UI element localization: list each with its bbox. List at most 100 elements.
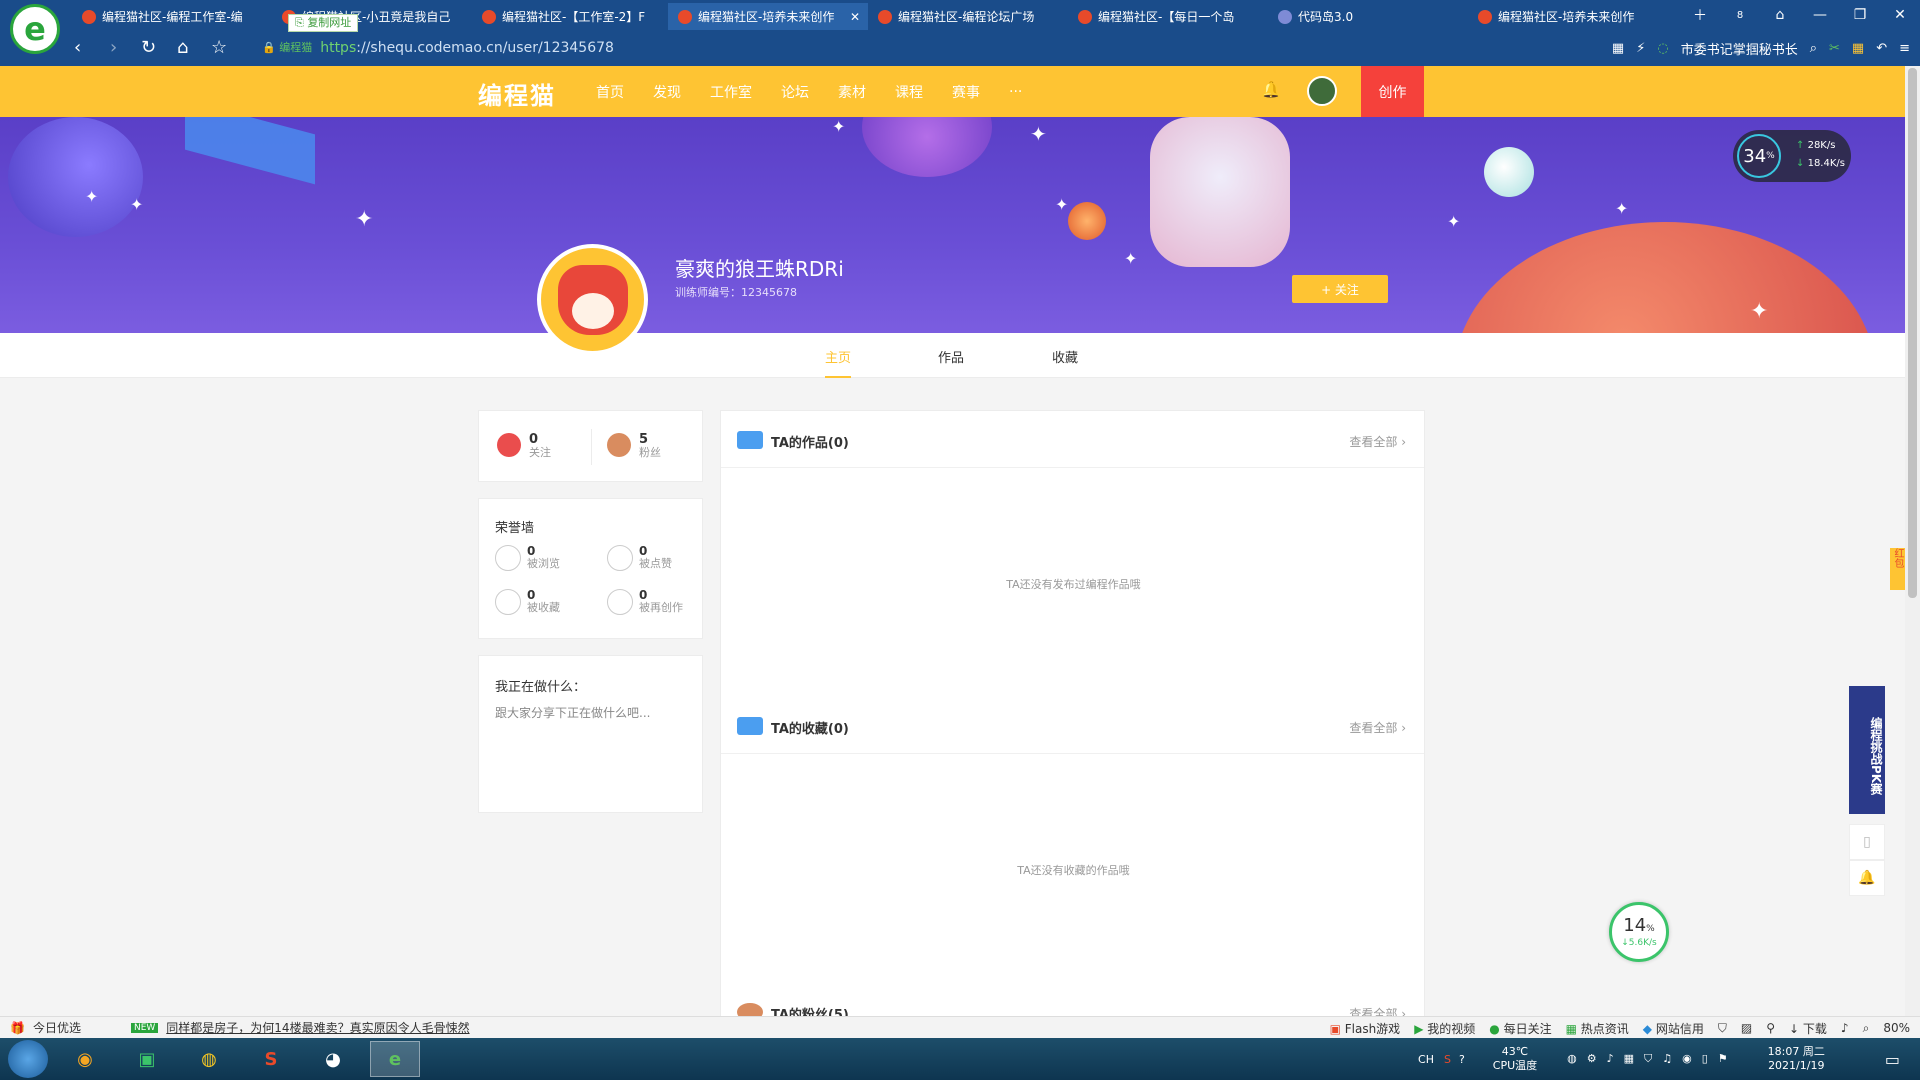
my-videos-link[interactable]: ▶ 我的视频 [1414, 1020, 1475, 1037]
sogou-tray-icon[interactable]: S [1444, 1053, 1451, 1066]
tab-home[interactable]: 主页 [825, 347, 852, 378]
browser-tab[interactable]: 代码岛3.0 [1268, 3, 1468, 30]
tablet-icon[interactable]: ▯ [1849, 824, 1885, 860]
code-island-favicon-icon [1278, 9, 1292, 24]
qr-icon[interactable]: ▦ [1612, 41, 1624, 56]
profile-avatar[interactable] [537, 244, 648, 355]
language-indicator[interactable]: CH [1418, 1053, 1434, 1066]
follow-button[interactable]: + 关注 [1292, 275, 1388, 303]
restore-icon[interactable]: ❐ [1840, 7, 1880, 23]
browser-tab[interactable]: 编程猫社区-培养未来创作 [1468, 3, 1668, 30]
nav-contests[interactable]: 赛事 [952, 82, 980, 102]
hot-news-link[interactable]: ▦ 热点资讯 [1566, 1020, 1629, 1037]
browser-tab-active[interactable]: 编程猫社区-培养未来创作 ✕ [668, 3, 868, 30]
nav-discover[interactable]: 发现 [653, 82, 681, 102]
codemao-favicon-icon [1078, 9, 1092, 24]
notification-icon[interactable]: ▭ [1885, 1050, 1900, 1069]
honor-remixes: 0 被再创作 [607, 589, 683, 615]
zoom-level[interactable]: 80% [1883, 1021, 1910, 1035]
red-packet-widget[interactable]: 红包 [1890, 548, 1905, 590]
view-all-link[interactable]: 查看全部 › [1349, 719, 1406, 736]
pk-contest-banner[interactable]: 编程挑战PK赛 [1849, 686, 1885, 814]
shield-icon[interactable]: ⛉ [1718, 1021, 1727, 1036]
search-icon[interactable]: ⌕ [1810, 41, 1817, 56]
flash-games-link[interactable]: ▣ Flash游戏 [1330, 1020, 1401, 1037]
clock[interactable]: 18:07 周二 2021/1/19 [1768, 1045, 1825, 1073]
status-text[interactable]: 跟大家分享下正在做什么吧... [495, 704, 650, 721]
minimize-icon[interactable]: — [1800, 7, 1840, 23]
page-scrollbar[interactable] [1905, 66, 1920, 1016]
browser-tab[interactable]: 编程猫社区-【每日一个岛 [1068, 3, 1268, 30]
trainer-id: 训练师编号：12345678 [675, 286, 797, 299]
create-button[interactable]: 创作 [1361, 66, 1424, 117]
bookmark-star-icon[interactable]: ☆ [211, 38, 227, 58]
view-all-link[interactable]: 查看全部 › [1349, 433, 1406, 450]
nav-courses[interactable]: 课程 [895, 82, 923, 102]
tab-favorites[interactable]: 收藏 [1052, 347, 1078, 366]
nav-forum[interactable]: 论坛 [781, 82, 809, 102]
chevron-right-icon: › [1401, 435, 1406, 449]
zoom-icon[interactable]: ⌕ [1863, 1021, 1870, 1036]
close-icon[interactable]: ✕ [850, 10, 860, 24]
planet-illustration [1455, 222, 1875, 333]
iqiyi-icon[interactable]: ▣ [122, 1041, 172, 1077]
browser-tab[interactable]: 编程猫社区-【工作室-2】F [472, 3, 668, 30]
forward-icon[interactable]: › [110, 38, 117, 58]
start-button[interactable] [8, 1040, 48, 1078]
scrollbar-thumb[interactable] [1908, 68, 1917, 598]
site-header: 编程猫 首页 发现 工作室 论坛 素材 课程 赛事 ··· 🔔 创作 [0, 66, 1905, 117]
home-icon[interactable]: ⌂ [177, 38, 188, 58]
following-stat[interactable]: 0 关注 [497, 433, 551, 460]
tab-count-badge[interactable]: 8 [1720, 10, 1760, 21]
menu-icon[interactable]: ≡ [1899, 41, 1910, 56]
site-credit-link[interactable]: ◆ 网站信用 [1643, 1020, 1704, 1037]
search-engine-icon[interactable]: ◌ [1657, 41, 1668, 56]
tray-icons[interactable]: ◍⚙♪▦⛉♫◉▯⚑ [1567, 1052, 1738, 1066]
help-icon[interactable]: ? [1459, 1053, 1465, 1066]
bell-icon[interactable]: 🔔 [1261, 80, 1281, 100]
colorful-app-icon[interactable]: ◉ [60, 1041, 110, 1077]
fans-stat[interactable]: 5 粉丝 [607, 433, 661, 460]
speed-ball-widget[interactable]: 14% ↓5.6K/s [1609, 902, 1669, 962]
shirt-icon[interactable]: ⌂ [1760, 7, 1800, 23]
browser-tab[interactable]: 编程猫社区-编程工作室-编 [72, 3, 272, 30]
new-tab-icon[interactable]: ＋ [1680, 5, 1720, 25]
codemao-favicon-icon [678, 9, 692, 24]
news-ticker-link[interactable]: 同样都是房子，为何14楼最难卖？真实原因令人毛骨悚然 [166, 1019, 469, 1036]
qq-icon[interactable]: ◕ [308, 1041, 358, 1077]
undo-icon[interactable]: ↶ [1876, 41, 1887, 56]
gift-icon: 🎁 [10, 1020, 25, 1035]
avatar[interactable] [1307, 76, 1337, 106]
browser-tab[interactable]: 编程猫社区-编程论坛广场 [868, 3, 1068, 30]
today-picks[interactable]: 今日优选 [33, 1019, 81, 1036]
news-search-text[interactable]: 市委书记掌掴秘书长 [1681, 39, 1798, 58]
scissors-icon[interactable]: ✂ [1829, 41, 1840, 56]
cpu-temperature[interactable]: 43℃ CPU温度 [1493, 1045, 1537, 1073]
copy-url-tooltip[interactable]: ⎘ 复制网址 [288, 14, 359, 32]
sogou-icon[interactable]: S [246, 1041, 296, 1077]
download-link[interactable]: ↓ 下载 [1789, 1020, 1827, 1037]
apps-grid-icon[interactable]: ▦ [1852, 41, 1864, 56]
refresh-icon[interactable]: ↻ [141, 38, 156, 58]
image-icon[interactable]: ▨ [1741, 1021, 1752, 1035]
chrome-icon[interactable]: ◍ [184, 1041, 234, 1077]
network-speed-widget[interactable]: 34% ↑ 28K/s ↓ 18.4K/s [1733, 130, 1851, 182]
tab-works[interactable]: 作品 [938, 347, 964, 366]
site-logo[interactable]: 编程猫 [478, 76, 556, 111]
star-icon: ✦ [1447, 212, 1461, 231]
nav-home[interactable]: 首页 [596, 82, 624, 102]
url-field[interactable]: 🔒 编程猫 https://shequ.codemao.cn/user/1234… [262, 36, 1382, 60]
nav-studio[interactable]: 工作室 [710, 82, 752, 102]
nav-materials[interactable]: 素材 [838, 82, 866, 102]
pin-icon[interactable]: ⚲ [1766, 1021, 1775, 1035]
daily-follow-link[interactable]: ● 每日关注 [1489, 1020, 1551, 1037]
close-window-icon[interactable]: ✕ [1880, 7, 1920, 23]
nav-more[interactable]: ··· [1009, 84, 1022, 100]
volume-icon[interactable]: ♪ [1841, 1021, 1849, 1035]
bell-outline-icon[interactable]: 🔔 [1849, 860, 1885, 896]
back-icon[interactable]: ‹ [74, 38, 81, 58]
lightning-icon[interactable]: ⚡ [1636, 41, 1645, 56]
browser-logo-icon[interactable]: e [10, 4, 60, 54]
browser-taskbar-icon[interactable]: e [370, 1041, 420, 1077]
star-icon: ✦ [1750, 299, 1769, 324]
